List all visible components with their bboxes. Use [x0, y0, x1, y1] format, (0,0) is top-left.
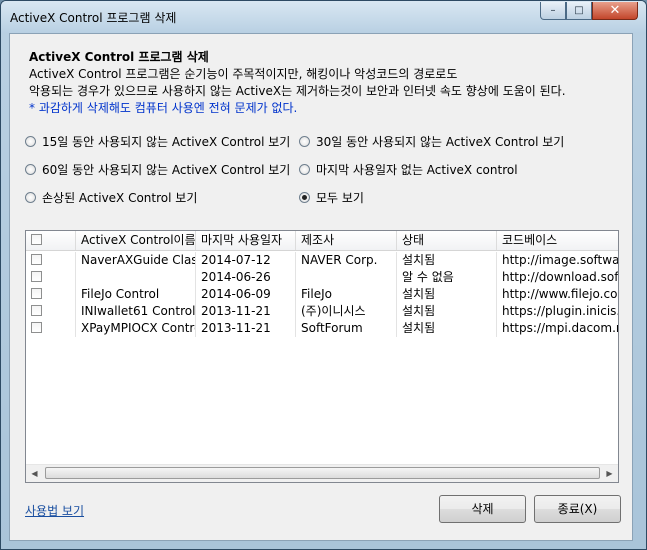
- cell-name: FileJo Control: [76, 286, 196, 303]
- cell-date: 2013-11-21: [196, 320, 296, 337]
- maximize-icon: □: [574, 5, 584, 16]
- radio-label: 마지막 사용일자 없는 ActiveX control: [316, 163, 518, 177]
- cell-name: [76, 269, 196, 286]
- dialog-client: ActiveX Control 프로그램 삭제 ActiveX Control …: [9, 33, 633, 541]
- filter-15-days[interactable]: 15일 동안 사용되지 않는 ActiveX Control 보기: [25, 133, 290, 150]
- cell-codebase: https://plugin.inicis.com/: [502, 304, 619, 318]
- activex-list[interactable]: ActiveX Control이름 마지막 사용일자 제조사 상태 코드베이스 …: [25, 230, 619, 483]
- radio-button[interactable]: [299, 136, 310, 147]
- cell-status: 알 수 없음: [397, 269, 497, 286]
- list-header: ActiveX Control이름 마지막 사용일자 제조사 상태 코드베이스: [26, 231, 618, 251]
- scroll-right-icon[interactable]: ▶: [601, 465, 618, 482]
- radio-label: 60일 동안 사용되지 않는 ActiveX Control 보기: [42, 163, 291, 177]
- cell-vendor: [296, 269, 397, 286]
- table-row[interactable]: XPayMPIOCX Control 2013-11-21 SoftForum …: [26, 320, 618, 337]
- cell-name: NaverAXGuide Class: [76, 252, 196, 269]
- cell-status: 설치됨: [397, 303, 497, 320]
- description-line-1: ActiveX Control 프로그램은 순기능이 주목적이지만, 해킹이나 …: [29, 67, 458, 81]
- cell-vendor: FileJo: [296, 286, 397, 303]
- table-row[interactable]: FileJo Control 2014-06-09 FileJo 설치됨 htt…: [26, 286, 618, 303]
- radio-label: 손상된 ActiveX Control 보기: [42, 191, 198, 205]
- column-header-status[interactable]: 상태: [397, 231, 497, 250]
- radio-button[interactable]: [25, 164, 36, 175]
- minimize-button[interactable]: –: [540, 2, 566, 20]
- close-icon: ✕: [609, 3, 621, 18]
- caption-buttons: – □ ✕: [540, 2, 638, 22]
- cell-date: 2014-06-26: [196, 269, 296, 286]
- dialog-window: ActiveX Control 프로그램 삭제 – □ ✕ ActiveX Co…: [0, 0, 647, 550]
- cell-date: 2014-06-09: [196, 286, 296, 303]
- delete-button[interactable]: 삭제: [439, 495, 526, 523]
- table-row[interactable]: NaverAXGuide Class 2014-07-12 NAVER Corp…: [26, 252, 619, 269]
- radio-button-selected[interactable]: [299, 192, 310, 203]
- radio-label: 15일 동안 사용되지 않는 ActiveX Control 보기: [42, 135, 291, 149]
- close-window-button[interactable]: ✕: [592, 2, 638, 20]
- help-link[interactable]: 사용법 보기: [25, 502, 84, 519]
- cell-vendor: SoftForum: [296, 320, 397, 337]
- dialog-heading: ActiveX Control 프로그램 삭제: [29, 50, 209, 64]
- cell-name: INIwallet61 Control: [76, 303, 196, 320]
- row-checkbox[interactable]: [31, 254, 42, 265]
- cell-status: 설치됨: [397, 320, 497, 337]
- table-row[interactable]: 2014-06-26 알 수 없음 http://download.softfo…: [26, 269, 619, 286]
- exit-button[interactable]: 종료(X): [534, 495, 621, 523]
- maximize-button[interactable]: □: [566, 2, 592, 20]
- cell-status: 설치됨: [397, 286, 497, 303]
- cell-date: 2014-07-12: [196, 252, 296, 269]
- select-all-column[interactable]: [26, 231, 76, 250]
- cell-codebase: http://download.softforum.co.kr: [502, 270, 619, 284]
- note-text: * 과감하게 삭제해도 컴퓨터 사용엔 전혀 문제가 없다.: [29, 101, 298, 115]
- filter-60-days[interactable]: 60일 동안 사용되지 않는 ActiveX Control 보기: [25, 161, 290, 178]
- column-header-name[interactable]: ActiveX Control이름: [76, 231, 196, 250]
- radio-button[interactable]: [25, 192, 36, 203]
- column-header-vendor[interactable]: 제조사: [296, 231, 397, 250]
- cell-codebase: http://image.software.naver.net: [502, 253, 619, 267]
- cell-vendor: NAVER Corp.: [296, 252, 397, 269]
- filter-damaged[interactable]: 손상된 ActiveX Control 보기: [25, 189, 197, 206]
- cell-status: 설치됨: [397, 252, 497, 269]
- filter-show-all[interactable]: 모두 보기: [299, 189, 364, 206]
- row-checkbox[interactable]: [31, 305, 42, 316]
- scroll-left-icon[interactable]: ◀: [26, 465, 43, 482]
- description-line-2: 악용되는 경우가 있으므로 사용하지 않는 ActiveX는 제거하는것이 보안…: [29, 84, 566, 98]
- cell-codebase: https://mpi.dacom.net/XPay: [502, 321, 618, 335]
- column-header-codebase[interactable]: 코드베이스: [497, 231, 618, 250]
- cell-codebase: http://www.filejo.com/m: [502, 287, 618, 301]
- row-checkbox[interactable]: [31, 271, 42, 282]
- radio-button[interactable]: [25, 136, 36, 147]
- minimize-icon: –: [550, 5, 556, 16]
- window-title: ActiveX Control 프로그램 삭제: [10, 11, 177, 25]
- radio-button[interactable]: [299, 164, 310, 175]
- radio-label: 모두 보기: [316, 191, 364, 205]
- horizontal-scrollbar[interactable]: ◀ ▶: [26, 464, 618, 482]
- table-row[interactable]: INIwallet61 Control 2013-11-21 (주)이니시스 설…: [26, 303, 619, 320]
- row-checkbox[interactable]: [31, 288, 42, 299]
- cell-name: XPayMPIOCX Control: [76, 320, 196, 337]
- row-checkbox[interactable]: [31, 322, 42, 333]
- cell-vendor: (주)이니시스: [296, 303, 397, 320]
- filter-no-last-used[interactable]: 마지막 사용일자 없는 ActiveX control: [299, 161, 518, 178]
- column-header-last-used[interactable]: 마지막 사용일자: [196, 231, 296, 250]
- select-all-checkbox[interactable]: [31, 234, 42, 245]
- scroll-thumb[interactable]: [45, 467, 600, 479]
- title-bar[interactable]: ActiveX Control 프로그램 삭제 – □ ✕: [1, 1, 646, 33]
- cell-date: 2013-11-21: [196, 303, 296, 320]
- filter-30-days[interactable]: 30일 동안 사용되지 않는 ActiveX Control 보기: [299, 133, 564, 150]
- radio-label: 30일 동안 사용되지 않는 ActiveX Control 보기: [316, 135, 565, 149]
